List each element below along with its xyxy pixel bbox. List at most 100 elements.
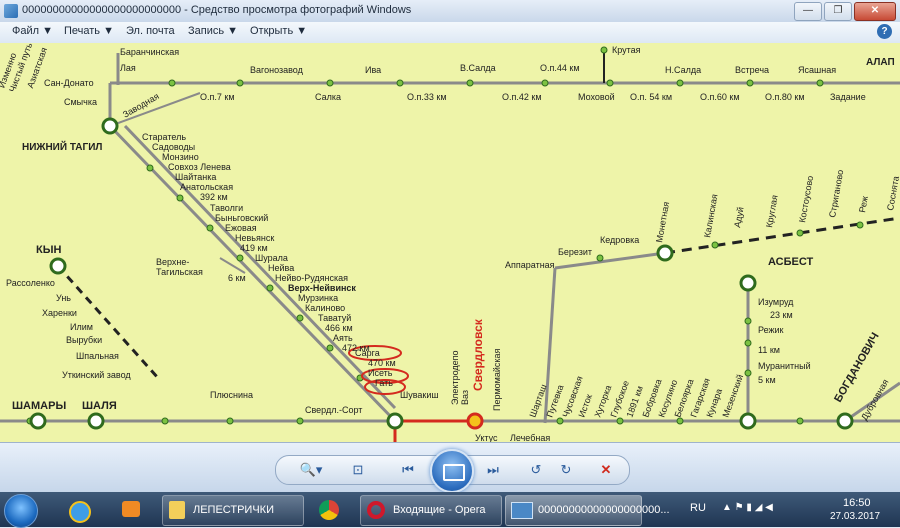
clock-date[interactable]: 27.03.2017 [830, 511, 880, 522]
chrome-icon[interactable] [308, 495, 350, 524]
svg-text:11 км: 11 км [758, 345, 780, 355]
svg-text:Таволги: Таволги [210, 203, 243, 213]
svg-text:Ваз: Ваз [460, 390, 470, 405]
start-button[interactable] [4, 494, 38, 528]
svg-text:Аять: Аять [333, 333, 353, 343]
svg-text:Моховой: Моховой [578, 92, 615, 102]
taskbar-folder[interactable]: ЛЕПЕСТРИЧКИ [162, 495, 304, 526]
close-button[interactable]: ✕ [854, 2, 896, 21]
svg-text:23 км: 23 км [770, 310, 793, 320]
svg-text:Тагильская: Тагильская [156, 267, 203, 277]
svg-text:392 км: 392 км [200, 192, 228, 202]
fit-window-icon[interactable]: ⊡ [346, 459, 370, 481]
svg-text:Смычка: Смычка [64, 97, 97, 107]
svg-text:Старатель: Старатель [142, 132, 186, 142]
image-viewport[interactable]: Изменно Чистый путь Азиатская Баранчинск… [0, 43, 900, 442]
title-bar: 00000000000000000000000000 - Средство пр… [0, 0, 900, 23]
media-player-icon[interactable] [110, 495, 152, 524]
delete-icon[interactable]: ✕ [594, 459, 618, 481]
menu-open[interactable]: Открыть ▼ [250, 25, 307, 37]
clock-time[interactable]: 16:50 [843, 497, 871, 509]
svg-text:Плюснина: Плюснина [210, 390, 253, 400]
next-icon[interactable]: ⏭ [481, 459, 505, 481]
window-title: 00000000000000000000000000 - Средство пр… [22, 4, 412, 16]
svg-text:ШАМАРЫ: ШАМАРЫ [12, 400, 66, 412]
slideshow-button[interactable] [430, 449, 474, 493]
svg-text:Вырубки: Вырубки [66, 335, 102, 345]
taskbar-opera-label: Входящие - Opera [393, 504, 486, 516]
svg-text:Таватуй: Таватуй [318, 313, 351, 323]
svg-text:Ежовая: Ежовая [225, 223, 257, 233]
svg-text:О.п.42 км: О.п.42 км [502, 92, 542, 102]
svg-text:НИЖНИЙ ТАГИЛ: НИЖНИЙ ТАГИЛ [22, 140, 102, 153]
svg-text:6 км: 6 км [228, 273, 246, 283]
svg-text:Уткинский завод: Уткинский завод [62, 370, 131, 380]
maximize-button[interactable]: ❐ [824, 2, 852, 21]
svg-text:Вагонозавод: Вагонозавод [250, 65, 304, 75]
svg-text:Кедровка: Кедровка [600, 235, 639, 245]
svg-text:Нейва: Нейва [268, 263, 294, 273]
svg-text:Муранитный: Муранитный [758, 361, 811, 371]
svg-text:Невьянск: Невьянск [235, 233, 274, 243]
svg-text:О.п. 54 км: О.п. 54 км [630, 92, 672, 102]
svg-text:Крутая: Крутая [612, 45, 641, 55]
svg-text:О.п.33 км: О.п.33 км [407, 92, 447, 102]
taskbar-photo-viewer[interactable]: 00000000000000000000... [505, 495, 670, 526]
svg-text:Лечебная: Лечебная [510, 433, 550, 442]
svg-text:Ясашная: Ясашная [798, 65, 836, 75]
menu-print[interactable]: Печать ▼ [64, 25, 114, 37]
language-indicator[interactable]: RU [690, 502, 706, 514]
svg-text:В.Салда: В.Салда [460, 63, 496, 73]
photo-viewer-icon [511, 502, 533, 519]
svg-text:Монзино: Монзино [162, 152, 199, 162]
svg-text:Баранчинская: Баранчинская [120, 47, 179, 57]
svg-text:О.п.7 км: О.п.7 км [200, 92, 235, 102]
menu-burn[interactable]: Запись ▼ [188, 25, 238, 37]
svg-text:ШАЛЯ: ШАЛЯ [82, 400, 117, 412]
taskbar-opera[interactable]: Входящие - Opera [360, 495, 502, 526]
svg-text:Березит: Березит [558, 247, 592, 257]
svg-text:Калиново: Калиново [305, 303, 345, 313]
svg-text:Мурзинка: Мурзинка [298, 293, 338, 303]
previous-icon[interactable]: ⏮ [396, 459, 420, 481]
slideshow-icon [443, 464, 465, 481]
rotate-left-icon[interactable]: ↺ [524, 459, 548, 481]
svg-text:Лая: Лая [120, 63, 136, 73]
svg-text:Задание: Задание [830, 92, 866, 102]
svg-text:Верх-Нейвинск: Верх-Нейвинск [288, 283, 356, 293]
svg-text:5 км: 5 км [758, 375, 776, 385]
svg-text:Анатольская: Анатольская [180, 182, 233, 192]
tray-icons[interactable]: ▲ ⚑ ▮ ◢ ◀ [722, 502, 773, 513]
help-icon[interactable]: ? [877, 24, 892, 39]
minimize-button[interactable]: — [794, 2, 822, 21]
svg-text:Аппаратная: Аппаратная [505, 260, 555, 270]
taskbar-photo-viewer-label: 00000000000000000000... [538, 504, 670, 516]
svg-text:Электродепо: Электродепо [450, 350, 460, 405]
photo-viewer-icon [4, 4, 18, 18]
svg-text:О.п.44 км: О.п.44 км [540, 63, 580, 73]
svg-text:Встреча: Встреча [735, 65, 769, 75]
svg-text:Свердл.-Сорт: Свердл.-Сорт [305, 405, 362, 415]
rotate-right-icon[interactable]: ↻ [554, 459, 578, 481]
svg-text:Ива: Ива [365, 65, 381, 75]
menu-file[interactable]: Файл ▼ [12, 25, 53, 37]
svg-text:Илим: Илим [70, 322, 93, 332]
ie-icon[interactable] [58, 495, 100, 524]
svg-text:Нейво-Рудянская: Нейво-Рудянская [275, 273, 348, 283]
window-controls: — ❐ ✕ [794, 2, 896, 21]
svg-text:470 км: 470 км [368, 358, 396, 368]
svg-text:Харенки: Харенки [42, 308, 77, 318]
svg-text:Исеть: Исеть [368, 368, 393, 378]
railway-map-image: Изменно Чистый путь Азиатская Баранчинск… [0, 43, 900, 442]
zoom-icon[interactable]: 🔍▾ [296, 459, 326, 481]
svg-text:О.п.60 км: О.п.60 км [700, 92, 740, 102]
svg-text:О.п.80 км: О.п.80 км [765, 92, 805, 102]
svg-text:Шувакиш: Шувакиш [400, 390, 439, 400]
folder-icon [169, 501, 185, 519]
svg-text:Унь: Унь [56, 293, 71, 303]
svg-text:Салка: Салка [315, 92, 341, 102]
svg-text:Сан-Донато: Сан-Донато [44, 78, 94, 88]
svg-text:Пермомайская: Пермомайская [492, 348, 502, 411]
menu-email[interactable]: Эл. почта [126, 25, 175, 37]
svg-text:Быньговский: Быньговский [215, 213, 268, 223]
